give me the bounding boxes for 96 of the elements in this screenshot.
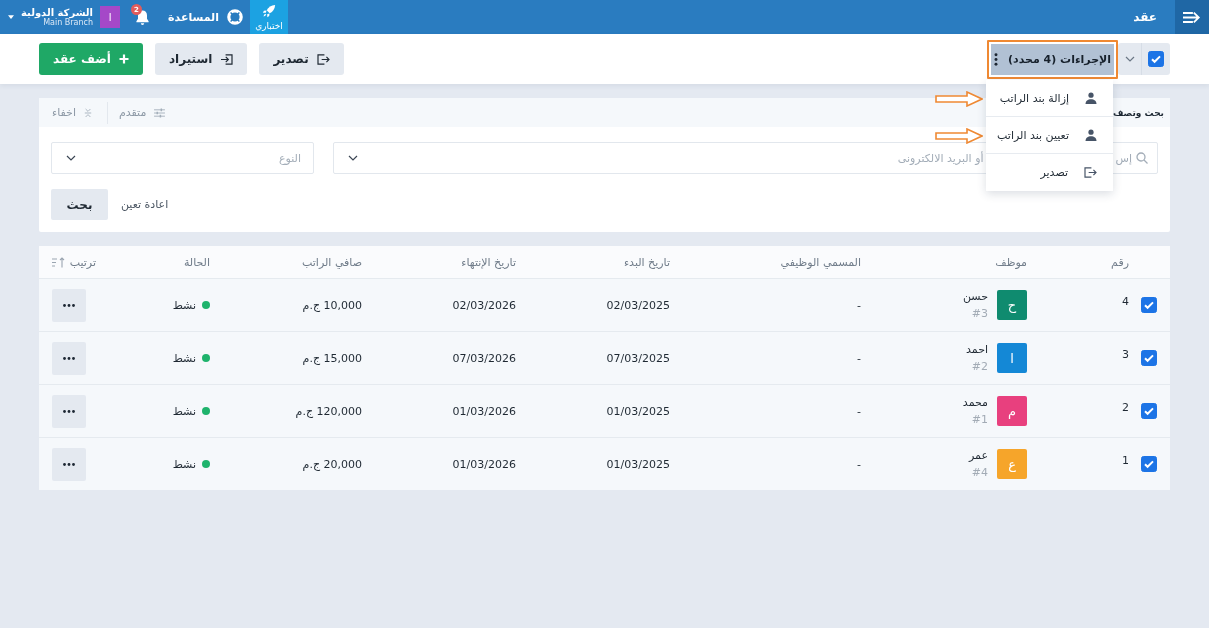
type-placeholder: النوع — [279, 151, 301, 165]
employee-avatar: ع — [997, 449, 1027, 479]
employee-code: #1 — [970, 413, 988, 426]
plus-icon — [118, 54, 129, 64]
column-header: المسمي الوظيفي — [780, 255, 861, 269]
rocket-icon — [262, 3, 276, 18]
help-button[interactable]: المساعدة — [168, 0, 243, 34]
row-number: 3 — [1122, 347, 1129, 361]
page-title: عقد — [1133, 10, 1157, 24]
person-icon — [1085, 92, 1097, 104]
hide-button[interactable]: اخفاء — [52, 106, 92, 119]
menu-item[interactable]: تعيين بند الراتب — [986, 117, 1113, 154]
more-button[interactable] — [52, 394, 86, 428]
more-button[interactable] — [52, 341, 86, 375]
start-date-cell: 02/03/2025 — [606, 298, 670, 312]
ellipsis-icon — [63, 356, 75, 360]
employee-name: محمد — [962, 396, 988, 409]
person-icon — [1085, 129, 1097, 141]
row-checkbox[interactable] — [1141, 403, 1157, 419]
column-header: صافي الراتب — [302, 255, 362, 269]
employee-avatar: ح — [997, 290, 1027, 320]
employee-code: #2 — [970, 360, 988, 373]
employee-code: #3 — [970, 307, 988, 320]
net-salary-cell: 15,000 ج.م — [302, 351, 362, 365]
status-label: نشط — [172, 351, 196, 365]
row-checkbox[interactable] — [1141, 456, 1157, 472]
sidebar-toggle-button[interactable] — [1175, 0, 1209, 34]
row-number: 1 — [1122, 453, 1129, 467]
end-date-cell: 01/03/2026 — [452, 404, 516, 418]
actions-button[interactable]: الإجراءات (4 محدد) — [987, 39, 1118, 79]
start-date-cell: 01/03/2025 — [606, 404, 670, 418]
ellipsis-icon — [63, 303, 75, 307]
select-all-checkbox[interactable] — [1148, 51, 1164, 67]
chevron-down-icon — [348, 155, 358, 161]
menu-item[interactable]: إزالة بند الراتب — [986, 80, 1113, 117]
net-salary-cell: 20,000 ج.م — [302, 457, 362, 471]
end-date-cell: 01/03/2026 — [452, 457, 516, 471]
start-date-cell: 07/03/2025 — [606, 351, 670, 365]
sliders-icon — [154, 107, 166, 118]
reset-button[interactable]: اعادة تعين — [121, 198, 169, 211]
export-icon — [316, 53, 330, 65]
chevron-down-icon — [1124, 56, 1135, 62]
export-icon — [1084, 167, 1097, 178]
end-date-cell: 07/03/2026 — [452, 351, 516, 365]
row-checkbox[interactable] — [1141, 297, 1157, 313]
employee-name: احمد — [966, 343, 988, 356]
collapse-icon — [83, 107, 92, 118]
sort-icon — [51, 256, 65, 268]
row-number: 4 — [1122, 294, 1129, 308]
search-placeholder: إس — [1115, 151, 1132, 165]
employee-code: #4 — [970, 466, 988, 479]
job-title-cell: - — [857, 404, 861, 418]
menu-item[interactable]: تصدير — [986, 154, 1113, 191]
ellipsis-icon — [63, 409, 75, 413]
row-checkbox[interactable] — [1141, 350, 1157, 366]
sort-button[interactable]: ترتيب — [51, 255, 96, 269]
kebab-icon — [993, 52, 998, 66]
employee-avatar: ا — [997, 343, 1027, 373]
end-date-cell: 02/03/2026 — [452, 298, 516, 312]
status-label: نشط — [172, 298, 196, 312]
type-select[interactable]: النوع — [51, 142, 314, 174]
company-avatar: ا — [100, 6, 121, 28]
chevron-down-icon — [66, 155, 76, 161]
row-number: 2 — [1122, 400, 1129, 414]
more-button[interactable] — [52, 288, 86, 322]
caret-down-icon — [8, 15, 14, 19]
column-header: موظف — [995, 255, 1027, 269]
job-title-cell: - — [857, 298, 861, 312]
advanced-button[interactable]: متقدم — [118, 106, 166, 119]
start-date-cell: 01/03/2025 — [606, 457, 670, 471]
net-salary-cell: 10,000 ج.م — [302, 298, 362, 312]
lifebuoy-icon — [227, 9, 243, 25]
trial-button[interactable]: اختباري — [250, 0, 288, 34]
search-icon — [1136, 152, 1148, 164]
column-header: رقم — [1111, 255, 1130, 269]
net-salary-cell: 120,000 ج.م — [295, 404, 362, 418]
menu-arrow-icon — [1183, 10, 1201, 24]
column-header: الحالة — [183, 255, 210, 269]
status-label: نشط — [172, 457, 196, 471]
add-contract-button[interactable]: أضف عقد — [39, 43, 143, 75]
column-header: تاريخ الإنتهاء — [461, 255, 516, 269]
job-title-cell: - — [857, 457, 861, 471]
search-placeholder: أو البريد الالكترونى — [897, 151, 984, 165]
import-icon — [220, 53, 234, 65]
ellipsis-icon — [63, 462, 75, 466]
column-header: تاريخ البدء — [623, 255, 670, 269]
filter-title: بحث وتصف — [1112, 107, 1164, 118]
import-button[interactable]: استيراد — [154, 43, 248, 75]
search-button[interactable]: بحث — [51, 189, 108, 220]
employee-name: عمر — [969, 449, 988, 462]
employee-avatar: م — [997, 396, 1027, 426]
export-button[interactable]: تصدير — [259, 43, 344, 75]
employee-name: حسن — [963, 290, 988, 303]
status-label: نشط — [172, 404, 196, 418]
job-title-cell: - — [857, 351, 861, 365]
more-button[interactable] — [52, 447, 86, 481]
